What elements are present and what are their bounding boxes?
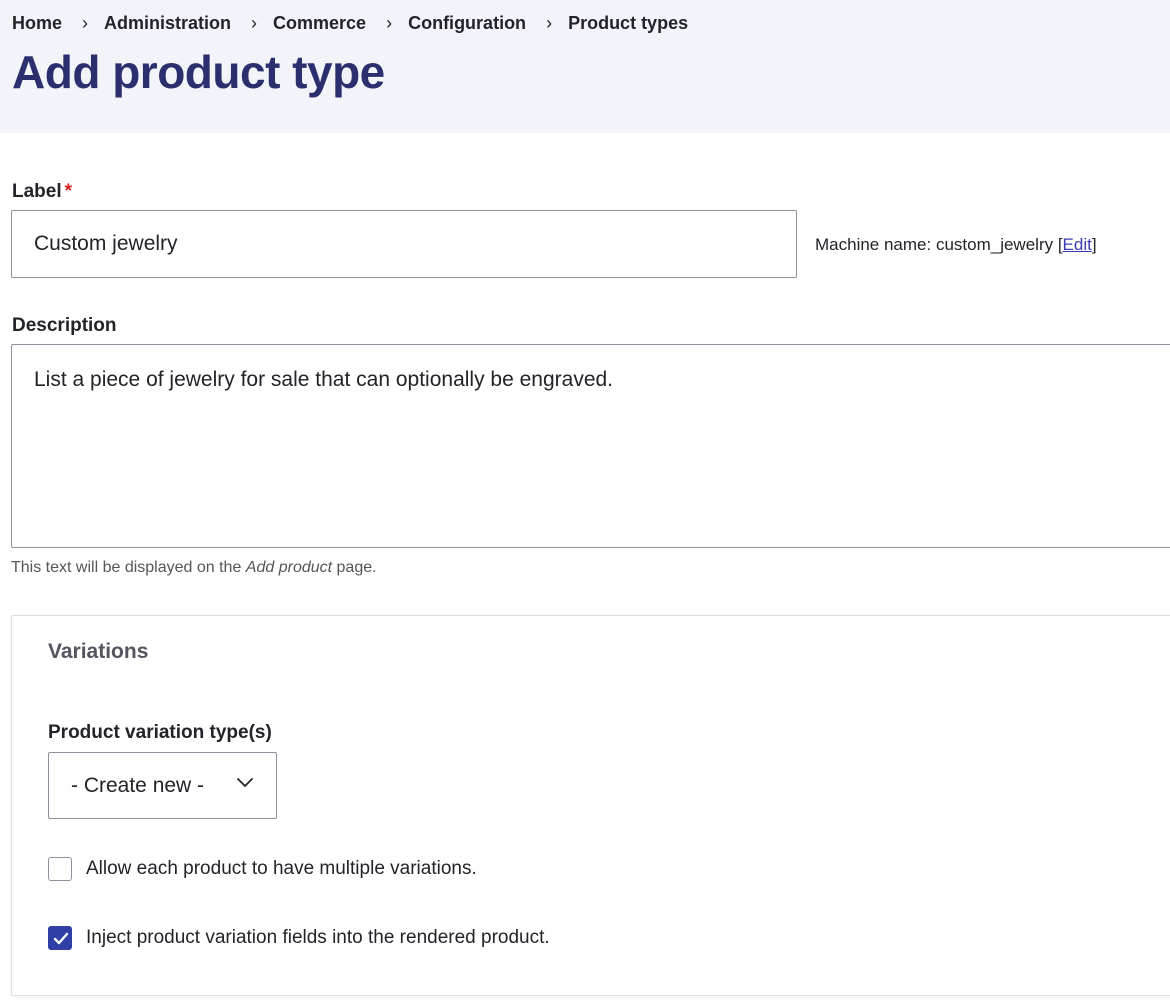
machine-name-prefix: Machine name: custom_jewelry [ [815, 235, 1063, 254]
variations-title: Variations [48, 640, 149, 663]
description-field-label: Description [12, 315, 117, 336]
breadcrumb-configuration[interactable]: Configuration [408, 13, 526, 34]
inject-variation-fields-checkbox[interactable] [48, 926, 72, 950]
machine-name-suffix: ] [1091, 235, 1097, 254]
page-title: Add product type [12, 46, 385, 98]
multiple-variations-option[interactable]: Allow each product to have multiple vari… [48, 857, 477, 881]
required-mark: * [64, 181, 73, 202]
page-header: Home › Administration › Commerce › Confi… [0, 0, 1170, 133]
machine-name: Machine name: custom_jewelry [Edit] [815, 235, 1097, 255]
breadcrumb-separator-icon: › [546, 13, 553, 33]
product-variation-type-value: - Create new - [71, 773, 205, 797]
chevron-down-icon [237, 778, 253, 787]
breadcrumb-product-types[interactable]: Product types [568, 13, 688, 34]
machine-name-edit-link[interactable]: Edit [1063, 235, 1092, 254]
product-variation-type-select[interactable]: - Create new - [48, 752, 277, 819]
description-textarea[interactable]: List a piece of jewelry for sale that ca… [11, 344, 1170, 548]
variations-fieldset: Variations Product variation type(s) - C… [11, 615, 1170, 996]
description-help-before: This text will be displayed on the [11, 559, 246, 576]
label-field-label: Label * [12, 181, 72, 203]
inject-variation-fields-label: Inject product variation fields into the… [86, 927, 550, 948]
product-variation-type-label: Product variation type(s) [48, 722, 272, 743]
multiple-variations-label: Allow each product to have multiple vari… [86, 858, 477, 879]
description-help-text: This text will be displayed on the Add p… [11, 559, 377, 577]
breadcrumb-separator-icon: › [82, 13, 89, 33]
label-field-label-text: Label [12, 181, 62, 202]
breadcrumb-administration[interactable]: Administration [104, 13, 231, 34]
breadcrumb-separator-icon: › [251, 13, 258, 33]
description-help-after: page. [332, 559, 377, 576]
label-input[interactable] [11, 210, 797, 278]
breadcrumb: Home › Administration › Commerce › Confi… [12, 13, 688, 34]
breadcrumb-separator-icon: › [386, 13, 393, 33]
breadcrumb-home[interactable]: Home [12, 13, 62, 34]
description-help-emphasis: Add product [245, 559, 333, 576]
breadcrumb-commerce[interactable]: Commerce [273, 13, 366, 34]
multiple-variations-checkbox[interactable] [48, 857, 72, 881]
checkmark-icon [53, 932, 69, 945]
inject-variation-fields-option[interactable]: Inject product variation fields into the… [48, 926, 550, 950]
